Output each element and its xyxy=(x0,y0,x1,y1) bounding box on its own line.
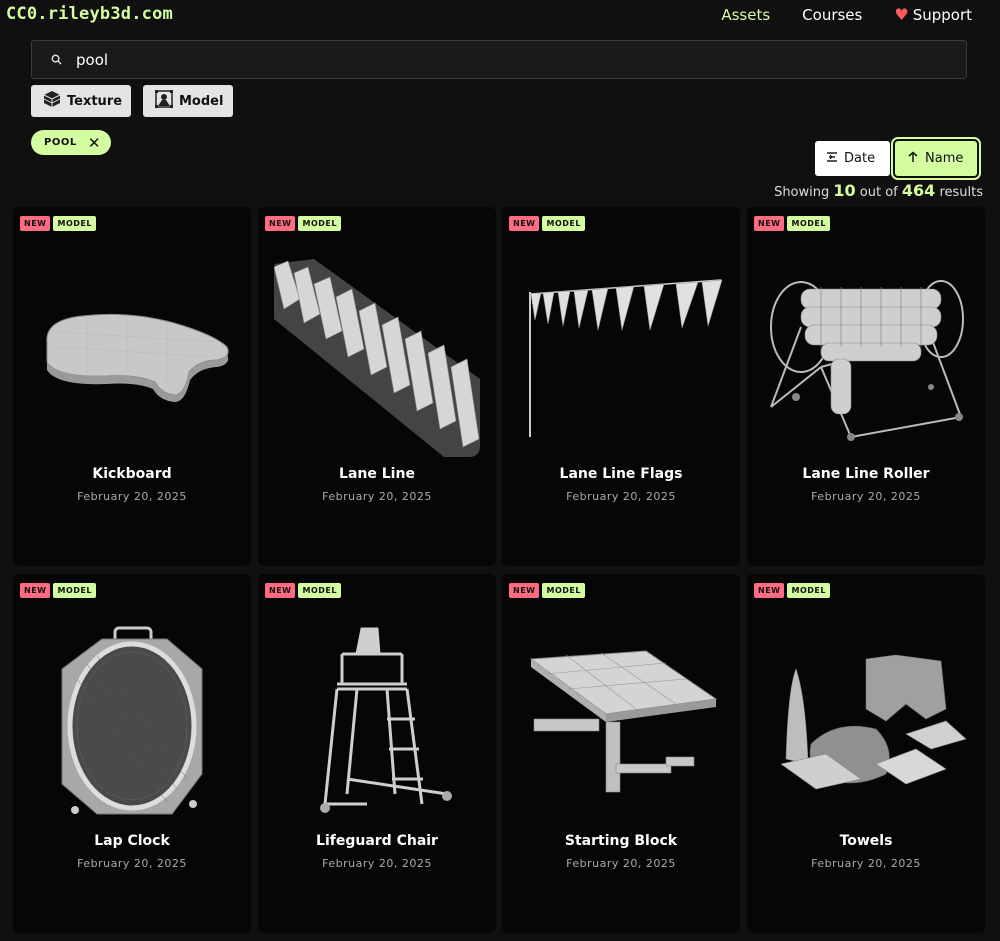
new-badge: NEW xyxy=(20,216,51,231)
asset-date: February 20, 2025 xyxy=(77,490,187,503)
asset-date: February 20, 2025 xyxy=(566,857,676,870)
asset-date: February 20, 2025 xyxy=(77,857,187,870)
nav-courses[interactable]: Courses xyxy=(802,5,862,24)
asset-card-towels[interactable]: NEW MODEL Towels February 20, 2025 xyxy=(747,574,985,933)
asset-title: Lifeguard Chair xyxy=(316,833,438,849)
asset-title: Lane Line Roller xyxy=(802,466,930,482)
tag-chip-label: POOL xyxy=(44,137,77,148)
new-badge: NEW xyxy=(265,583,296,598)
asset-card-lane-line-roller[interactable]: NEW MODEL Lane Line Roller February 20, 2… xyxy=(747,207,985,566)
results-shown: 10 xyxy=(833,181,856,200)
model-badge: MODEL xyxy=(53,583,96,598)
arrow-up-icon xyxy=(907,151,919,167)
lane-line-roller-thumbnail xyxy=(761,247,971,467)
sort-date-button[interactable]: Date xyxy=(815,141,890,176)
asset-card-lane-line[interactable]: NEW MODEL Lane Line February 20, 2025 xyxy=(258,207,496,566)
asset-title: Lane Line xyxy=(339,466,415,482)
asset-date: February 20, 2025 xyxy=(322,490,432,503)
model-icon xyxy=(155,90,173,112)
heart-icon: ♥ xyxy=(894,5,909,24)
asset-card-lifeguard-chair[interactable]: NEW MODEL Lifeguard Chair February 20, 20… xyxy=(258,574,496,933)
asset-title: Lap Clock xyxy=(94,833,170,849)
asset-date: February 20, 2025 xyxy=(811,490,921,503)
new-badge: NEW xyxy=(754,583,785,598)
texture-cube-icon xyxy=(43,90,61,112)
sort-date-label: Date xyxy=(844,151,876,166)
results-total: 464 xyxy=(901,181,936,200)
nav-assets-label: Assets xyxy=(721,5,771,24)
asset-title: Starting Block xyxy=(564,833,678,849)
results-suffix: results xyxy=(939,185,983,200)
search-input[interactable] xyxy=(76,50,936,69)
asset-date: February 20, 2025 xyxy=(322,857,432,870)
new-badge: NEW xyxy=(509,583,540,598)
asset-card-starting-block[interactable]: NEW MODEL Starting Block February 20, 202… xyxy=(502,574,740,933)
search-bar[interactable] xyxy=(31,40,967,79)
asset-card-lap-clock[interactable]: NEW MODEL Lap Clock February 20, 2025 xyxy=(13,574,251,933)
model-filter-label: Model xyxy=(179,93,224,109)
model-badge: MODEL xyxy=(787,583,830,598)
search-icon xyxy=(36,54,76,65)
close-icon[interactable]: ✕ xyxy=(88,134,101,152)
model-badge: MODEL xyxy=(787,216,830,231)
results-middle: out of xyxy=(859,185,898,200)
nav-support[interactable]: ♥ Support xyxy=(894,5,972,24)
new-badge: NEW xyxy=(509,216,540,231)
asset-title: Towels xyxy=(839,833,893,849)
lane-line-flags-thumbnail xyxy=(516,247,726,467)
lane-line-thumbnail xyxy=(274,259,480,457)
texture-filter-button[interactable]: Texture xyxy=(31,85,131,117)
model-badge: MODEL xyxy=(53,216,96,231)
starting-block-thumbnail xyxy=(516,614,726,834)
asset-card-kickboard[interactable]: NEW MODEL Kickboard February 20, 2025 xyxy=(13,207,251,566)
asset-card-lane-line-flags[interactable]: NEW MODEL Lane Line Flags February 20, 20… xyxy=(502,207,740,566)
towels-thumbnail xyxy=(761,614,971,834)
model-badge: MODEL xyxy=(298,216,341,231)
kickboard-thumbnail xyxy=(27,247,237,467)
site-logo[interactable]: CC0.rileyb3d.com xyxy=(6,4,173,24)
asset-title: Kickboard xyxy=(92,466,172,482)
new-badge: NEW xyxy=(265,216,296,231)
nav-courses-label: Courses xyxy=(802,5,863,24)
sort-name-button[interactable]: Name xyxy=(891,137,981,180)
active-tag-chip: POOL ✕ xyxy=(31,130,111,155)
model-badge: MODEL xyxy=(542,216,585,231)
asset-date: February 20, 2025 xyxy=(566,490,676,503)
sort-name-label: Name xyxy=(925,151,964,166)
results-prefix: Showing xyxy=(774,185,830,200)
lap-clock-thumbnail xyxy=(27,619,237,829)
new-badge: NEW xyxy=(754,216,785,231)
asset-date: February 20, 2025 xyxy=(811,857,921,870)
top-nav: Assets Courses ♥ Support xyxy=(721,5,972,24)
nav-assets[interactable]: Assets xyxy=(721,5,770,24)
model-badge: MODEL xyxy=(298,583,341,598)
nav-support-label: Support xyxy=(912,5,972,24)
results-count: Showing 10 out of 464 results xyxy=(774,181,983,200)
model-filter-button[interactable]: Model xyxy=(143,85,233,117)
sort-calendar-icon xyxy=(826,151,838,167)
asset-title: Lane Line Flags xyxy=(559,466,683,482)
new-badge: NEW xyxy=(20,583,51,598)
texture-filter-label: Texture xyxy=(67,93,123,109)
lifeguard-chair-thumbnail xyxy=(272,619,482,829)
model-badge: MODEL xyxy=(542,583,585,598)
